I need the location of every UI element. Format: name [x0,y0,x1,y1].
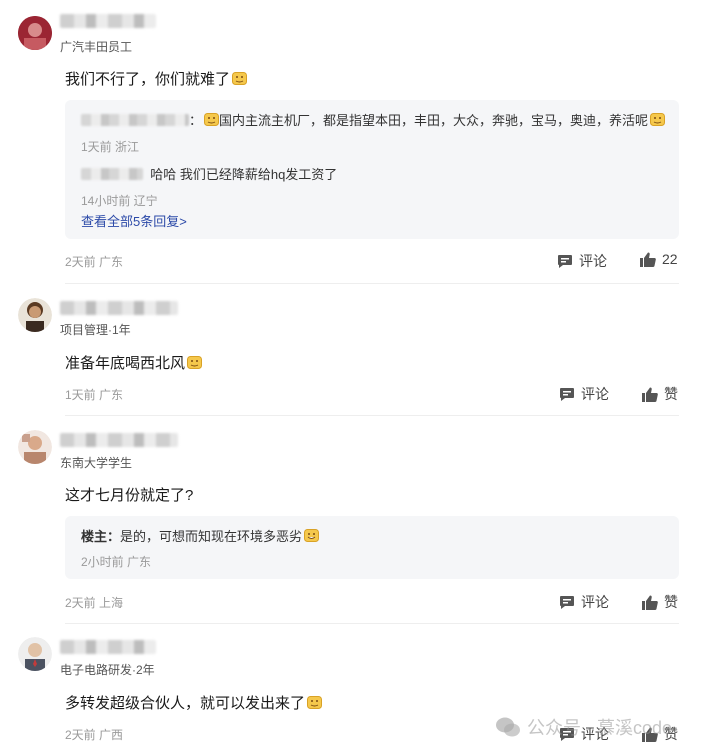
comment-text: 准备年底喝西北风 [65,352,203,373]
avatar[interactable] [18,16,52,50]
comment-text: 这才七月份就定了? [65,487,194,504]
comment-text: 多转发超级合伙人，就可以发出来了 [65,692,323,713]
divider [65,623,679,624]
username-blurred[interactable] [60,640,156,654]
comment-icon [560,595,574,609]
emoji-icon [204,113,220,126]
reply-username-blurred[interactable] [81,168,143,180]
divider [65,283,679,284]
like-button[interactable]: 22 [640,251,678,267]
reply-meta: 14小时前 辽宁 [81,194,158,208]
emoji-icon [650,113,666,126]
reply-line: ：国内主流主机厂，都是指望本田，丰田，大众，奔驰，宝马，奥迪，养活呢 [81,110,666,129]
view-all-replies-link[interactable]: 查看全部5条回复> [81,211,187,230]
emoji-icon [304,529,320,542]
emoji-icon [232,72,248,85]
watermark: 公众号 · 慕溪code [495,714,672,740]
reply-author[interactable]: 楼主： [81,529,120,544]
comment-icon [558,254,572,268]
username-blurred[interactable] [60,301,178,315]
avatar[interactable] [18,637,52,671]
divider [65,415,679,416]
avatar[interactable] [18,298,52,332]
user-subtitle: 广汽丰田员工 [60,40,133,54]
comment-meta: 2天前 广西 [65,728,124,742]
reply-box: ：国内主流主机厂，都是指望本田，丰田，大众，奔驰，宝马，奥迪，养活呢 1天前 浙… [65,100,679,239]
user-subtitle: 电子电路研发·2年 [60,663,155,677]
username-blurred[interactable] [60,14,156,28]
reply-button[interactable]: 评论 [557,251,607,271]
thumbs-up-icon [642,387,658,402]
comment-meta: 2天前 上海 [65,596,124,610]
reply-meta: 1天前 浙江 [81,140,140,154]
reply-meta: 2小时前 广东 [81,555,152,569]
user-subtitle: 项目管理·1年 [60,323,131,337]
thumbs-up-icon [642,595,658,610]
like-button[interactable]: 赞 [642,384,678,404]
comment-text: 我们不行了，你们就难了 [65,68,248,89]
thumbs-up-icon [640,252,656,267]
username-blurred[interactable] [60,433,178,447]
reply-username-blurred[interactable] [81,114,189,126]
reply-line: 楼主：是的，可想而知现在环境多恶劣 [81,526,320,545]
reply-box: 楼主：是的，可想而知现在环境多恶劣 2小时前 广东 [65,516,679,579]
emoji-icon [307,696,323,709]
emoji-icon [187,356,203,369]
wechat-icon [496,717,520,737]
comment-icon [560,387,574,401]
reply-line: 哈哈 我们已经降薪给hq发工资了 [81,164,337,183]
like-button[interactable]: 赞 [642,592,678,612]
comment-meta: 1天前 广东 [65,388,124,402]
reply-button[interactable]: 评论 [559,384,609,404]
comment-meta: 2天前 广东 [65,255,124,269]
user-subtitle: 东南大学学生 [60,456,133,470]
avatar[interactable] [18,430,52,464]
reply-button[interactable]: 评论 [559,592,609,612]
